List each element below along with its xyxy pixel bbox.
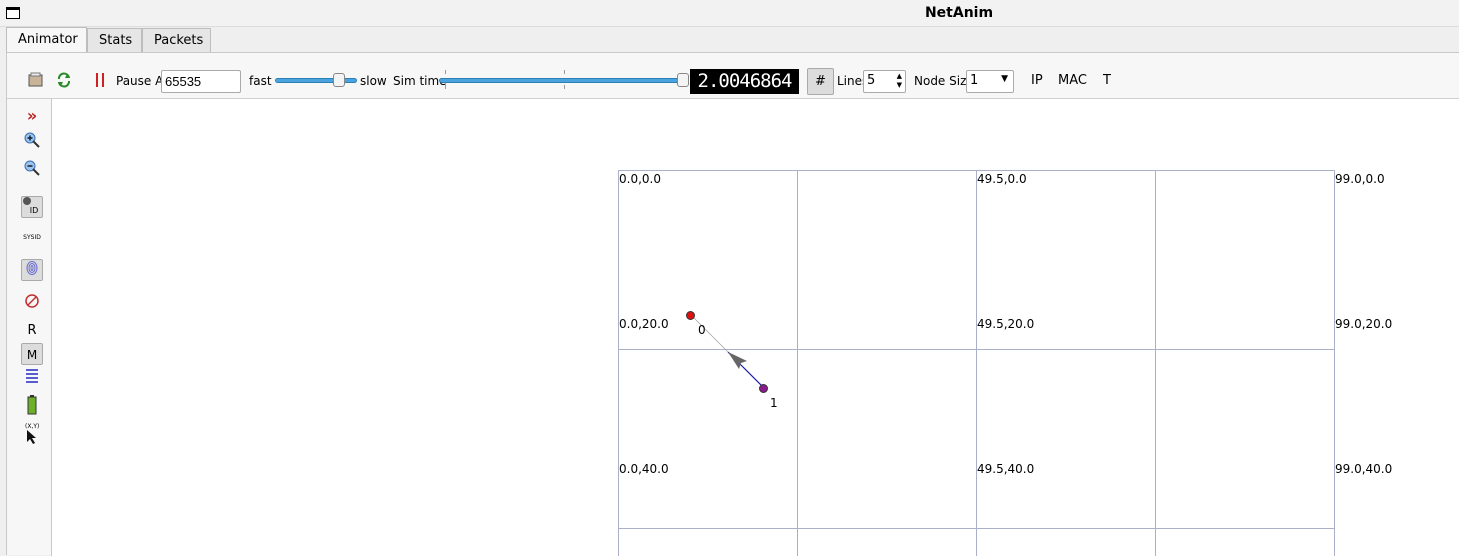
xy-pointer-icon[interactable]: (X,Y) bbox=[21, 422, 43, 444]
no-entry-icon[interactable] bbox=[21, 293, 43, 315]
node-size-value: 1 bbox=[970, 73, 979, 88]
show-sysid-button[interactable]: SYSID bbox=[21, 227, 43, 249]
zoom-in-icon[interactable] bbox=[21, 131, 43, 153]
node-id-icon: ID bbox=[22, 197, 38, 215]
chevron-down-icon: ▼ bbox=[1001, 74, 1008, 84]
node-0[interactable] bbox=[686, 311, 695, 320]
grid-toggle-button[interactable]: # bbox=[807, 68, 834, 95]
node-size-label: Node Size bbox=[914, 74, 974, 88]
r-button[interactable]: R bbox=[21, 320, 43, 342]
node-1-label: 1 bbox=[770, 396, 778, 410]
tab-packets[interactable]: Packets bbox=[142, 28, 211, 52]
spin-arrows-icon[interactable]: ▲ ▼ bbox=[897, 72, 902, 90]
tab-animator[interactable]: Animator bbox=[6, 27, 87, 53]
slow-label: slow bbox=[360, 74, 387, 88]
node-1[interactable] bbox=[759, 384, 768, 393]
sim-time-display: 2.0046864 bbox=[690, 69, 799, 94]
show-node-id-button[interactable]: ID bbox=[21, 196, 43, 218]
reload-icon[interactable] bbox=[56, 72, 72, 91]
node-size-select[interactable]: 1 ▼ bbox=[966, 70, 1014, 93]
battery-icon[interactable] bbox=[21, 395, 43, 417]
ip-button[interactable]: IP bbox=[1031, 73, 1043, 88]
packet-overlay bbox=[690, 314, 765, 389]
sysid-icon: SYSID bbox=[23, 234, 41, 241]
sim-time-slider-handle[interactable] bbox=[677, 73, 689, 87]
fast-label: fast bbox=[249, 74, 272, 88]
list-lines-icon[interactable] bbox=[21, 367, 43, 389]
t-button[interactable]: T bbox=[1103, 73, 1111, 88]
fingerprint-toggle-button[interactable] bbox=[21, 259, 43, 281]
mac-button[interactable]: MAC bbox=[1058, 73, 1087, 88]
title-bar: NetAnim bbox=[0, 0, 1459, 27]
pause-at-input[interactable] bbox=[161, 70, 241, 93]
speed-slider-handle[interactable] bbox=[332, 73, 345, 87]
tab-stats[interactable]: Stats bbox=[87, 28, 142, 52]
fingerprint-icon bbox=[26, 261, 38, 275]
window-title: NetAnim bbox=[924, 5, 994, 21]
animator-panel: Pause At fast slow Sim time 2.0046864 # … bbox=[6, 52, 1459, 556]
sim-time-slider[interactable] bbox=[439, 78, 683, 83]
toolbar: Pause At fast slow Sim time 2.0046864 # … bbox=[7, 53, 1459, 99]
lines-spinbox[interactable]: 5 ▲ ▼ bbox=[863, 70, 906, 93]
packet-arrow-icon bbox=[728, 352, 747, 369]
lines-value: 5 bbox=[867, 73, 876, 88]
open-file-icon[interactable] bbox=[28, 72, 44, 91]
double-chevron-right-icon[interactable]: » bbox=[21, 105, 43, 127]
node-0-label: 0 bbox=[698, 323, 706, 337]
link-line bbox=[690, 314, 729, 353]
grid-icon: # bbox=[815, 74, 826, 89]
m-button[interactable]: M bbox=[21, 343, 43, 365]
left-toolbar: » ID SYSID R M (X,Y) bbox=[7, 99, 52, 556]
pause-icon[interactable] bbox=[94, 72, 106, 91]
zoom-out-icon[interactable] bbox=[21, 159, 43, 181]
animation-canvas[interactable]: 0.0,0.0 49.5,0.0 99.0,0.0 0.0,20.0 49.5,… bbox=[52, 99, 1459, 556]
